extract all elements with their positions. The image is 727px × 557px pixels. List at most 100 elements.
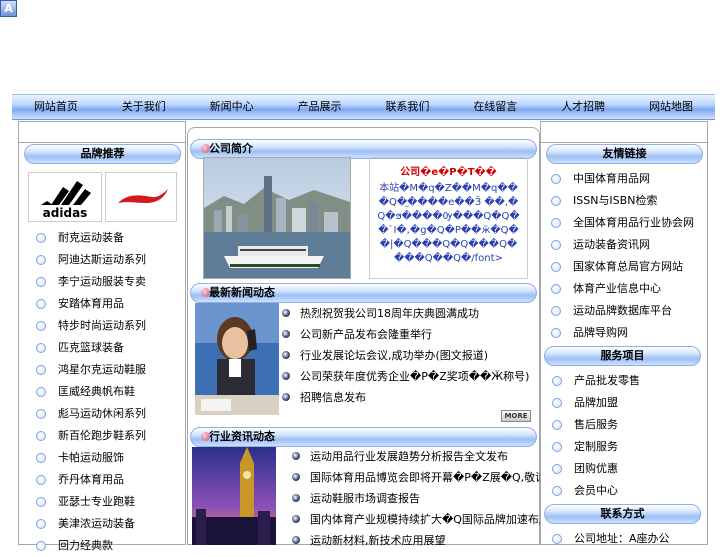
more-button-label: MORE [504, 412, 528, 420]
list-item[interactable]: 品牌导购网 [547, 322, 703, 344]
bullet-icon [36, 233, 46, 243]
services-header-label: 服务项目 [600, 349, 645, 362]
nav-item-jobs[interactable]: 人才招聘 [539, 95, 627, 119]
bullet-icon [292, 515, 300, 523]
nav-item-home[interactable]: 网站首页 [12, 95, 100, 119]
bullet-icon [282, 351, 290, 359]
brand-header-label: 品牌推荐 [80, 147, 125, 160]
list-item[interactable]: 运动装备资讯网 [547, 234, 703, 256]
bullet-icon [36, 321, 46, 331]
news-header: 最新新闻动态 [190, 283, 537, 303]
list-item[interactable]: 特步时尚运动系列 [32, 315, 182, 337]
header-dot-icon [201, 288, 210, 297]
list-item[interactable]: 团购优惠 [548, 458, 703, 480]
list-item[interactable]: 卡帕运动服饰 [32, 447, 182, 469]
bullet-icon [292, 473, 300, 481]
bullet-icon [552, 420, 562, 430]
bullet-icon [552, 442, 562, 452]
list-item[interactable]: 回力经典款 [32, 535, 182, 557]
nav-item-message[interactable]: 在线留言 [451, 95, 539, 119]
intro-text: 本站�M�q�Z��M�q���Q�֦����e��Ӟ ��,�Q�ϧ����Ѹ… [377, 183, 520, 264]
list-item[interactable]: 运动品牌数据库平台 [547, 300, 703, 322]
list-item[interactable]: 产品批发零售 [548, 370, 703, 392]
bigben-photo [192, 447, 276, 545]
list-item[interactable]: 行业发展论坛会议,成功举办(图文报道) [282, 345, 532, 366]
list-item[interactable]: 全国体育用品行业协会网 [547, 212, 703, 234]
bullet-icon [36, 299, 46, 309]
list-item[interactable]: 李宁运动服装专卖 [32, 271, 182, 293]
list-item: 公司地址：A座办公 [548, 528, 703, 550]
list-item[interactable]: 美津浓运动装备 [32, 513, 182, 535]
list-item[interactable]: 运动新材料,新技术应用展望 [292, 530, 532, 551]
list-item[interactable]: 彪马运动休闲系列 [32, 403, 182, 425]
more-button[interactable]: MORE [501, 410, 531, 422]
bullet-icon [552, 464, 562, 474]
bullet-icon [551, 306, 561, 316]
news-header-label: 最新新闻动态 [209, 286, 275, 299]
contact-header: 联系方式 [544, 504, 701, 524]
bullet-icon [551, 218, 561, 228]
company-intro-header-label: 公司简介 [209, 142, 253, 155]
list-item[interactable]: 运动鞋服市场调查报告 [292, 488, 532, 509]
header-dot-icon [201, 144, 210, 153]
list-item[interactable]: 鸿星尔克运动鞋服 [32, 359, 182, 381]
services-list: 产品批发零售 品牌加盟 售后服务 定制服务 团购优惠 会员中心 [548, 370, 703, 502]
nav-item-about[interactable]: 关于我们 [100, 95, 188, 119]
list-item[interactable]: 安踏体育用品 [32, 293, 182, 315]
main-nav: 网站首页 关于我们 新闻中心 产品展示 联系我们 在线留言 人才招聘 网站地图 [12, 94, 715, 120]
list-item[interactable]: 定制服务 [548, 436, 703, 458]
list-item[interactable]: 会员中心 [548, 480, 703, 502]
nav-item-products[interactable]: 产品展示 [276, 95, 364, 119]
list-item[interactable]: 体育产业信息中心 [547, 278, 703, 300]
list-item[interactable]: 匹克篮球装备 [32, 337, 182, 359]
harbor-photo [203, 157, 351, 279]
brand-list: 耐克运动装备 阿迪达斯运动系列 李宁运动服装专卖 安踏体育用品 特步时尚运动系列… [32, 227, 182, 557]
bullet-icon [36, 431, 46, 441]
nav-item-news[interactable]: 新闻中心 [188, 95, 276, 119]
list-item[interactable]: 新百伦跑步鞋系列 [32, 425, 182, 447]
industry-header-label: 行业资讯动态 [209, 430, 275, 443]
list-item[interactable]: 乔丹体育用品 [32, 469, 182, 491]
lining-logo[interactable] [105, 172, 177, 222]
contact-list: 公司地址：A座办公 [548, 528, 703, 550]
industry-list: 运动用品行业发展趋势分析报告全文发布 国际体育用品博览会即将开幕�P�Z展�Q,… [292, 446, 627, 551]
list-item[interactable]: 公司新产品发布会隆重举行 [282, 324, 532, 345]
company-intro-header: 公司简介 [190, 139, 537, 159]
services-header: 服务项目 [544, 346, 701, 366]
industry-header: 行业资讯动态 [190, 427, 537, 447]
list-item[interactable]: 国家体育总局官方网站 [547, 256, 703, 278]
list-item[interactable]: 售后服务 [548, 414, 703, 436]
list-item[interactable]: 耐克运动装备 [32, 227, 182, 249]
list-item[interactable]: 公司荣获年度优秀企业�P�Z奖项��Ӝ称号) [282, 366, 532, 387]
adidas-logo[interactable]: adidas [28, 172, 102, 222]
nav-item-contact[interactable]: 联系我们 [364, 95, 452, 119]
list-item[interactable]: 匡威经典帆布鞋 [32, 381, 182, 403]
bullet-icon [552, 534, 562, 544]
list-item[interactable]: 国际体育用品博览会即将开幕�P�Z展�Q,敬请关注参与 [292, 467, 590, 488]
bullet-icon [282, 309, 290, 317]
list-item[interactable]: 阿迪达斯运动系列 [32, 249, 182, 271]
bullet-icon [36, 409, 46, 419]
nav-item-sitemap[interactable]: 网站地图 [627, 95, 715, 119]
bullet-icon [36, 453, 46, 463]
list-item[interactable]: 招聘信息发布 [282, 387, 532, 408]
bullet-icon [292, 536, 300, 544]
list-item[interactable]: 国内体育产业规模持续扩大�Q国际品牌加速布局中国二三线市场 [292, 509, 627, 530]
adidas-logo-text: adidas [43, 206, 88, 220]
bullet-icon [36, 343, 46, 353]
list-item[interactable]: 中国体育用品网 [547, 168, 703, 190]
list-item[interactable]: 品牌加盟 [548, 392, 703, 414]
bullet-icon [36, 519, 46, 529]
bullet-icon [551, 196, 561, 206]
bullet-icon [36, 277, 46, 287]
bullet-icon [36, 255, 46, 265]
app-icon[interactable]: A [0, 0, 17, 17]
list-item[interactable]: 运动用品行业发展趋势分析报告全文发布 [292, 446, 532, 467]
list-item[interactable]: 热烈祝贺我公司18周年庆典圆满成功 [282, 303, 532, 324]
list-item[interactable]: ISSN与ISBN检索 [547, 190, 703, 212]
list-item[interactable]: 亚瑟士专业跑鞋 [32, 491, 182, 513]
bullet-icon [282, 330, 290, 338]
links-header: 友情链接 [546, 144, 703, 164]
links-header-label: 友情链接 [602, 147, 647, 160]
bullet-icon [282, 372, 290, 380]
